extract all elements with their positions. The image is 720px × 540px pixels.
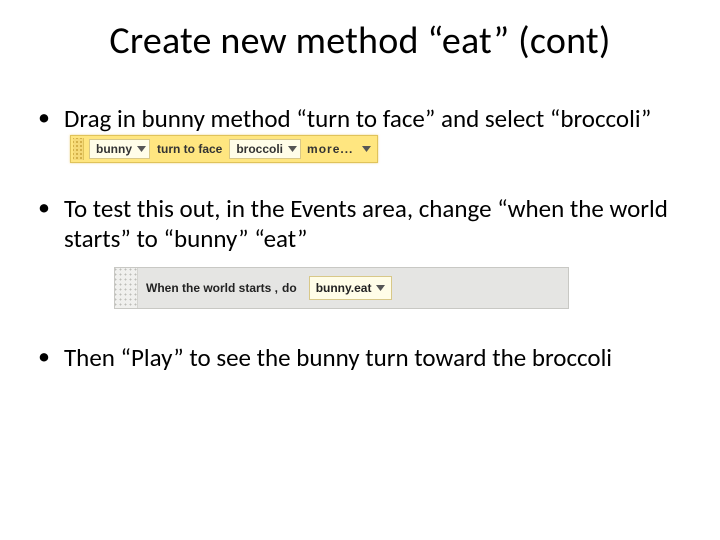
chevron-down-icon — [376, 285, 385, 291]
bullet-3-text: Then “Play” to see the bunny turn toward… — [64, 342, 612, 373]
bullet-3: Then “Play” to see the bunny turn toward… — [38, 343, 692, 373]
object-tile[interactable]: bunny — [89, 139, 150, 159]
event-call-tile[interactable]: bunny.eat — [309, 276, 393, 300]
event-call-label: bunny.eat — [316, 281, 372, 295]
bullet-2: To test this out, in the Events area, ch… — [38, 194, 692, 315]
bullet-2-text: To test this out, in the Events area, ch… — [64, 193, 668, 254]
code-tile-strip[interactable]: bunny turn to face broccoli more... — [70, 135, 378, 163]
slide: Create new method “eat” (cont) Drag in b… — [0, 0, 720, 540]
more-label[interactable]: more... — [303, 138, 357, 160]
drag-handle-icon[interactable] — [73, 138, 84, 160]
event-do-label: do — [282, 281, 297, 295]
target-tile-label: broccoli — [236, 143, 283, 155]
target-tile[interactable]: broccoli — [229, 139, 301, 159]
object-tile-label: bunny — [96, 143, 132, 155]
event-when-label: When the world starts , — [146, 281, 278, 295]
chevron-down-icon — [137, 146, 146, 152]
drag-handle-icon[interactable] — [115, 268, 138, 308]
event-tile-strip[interactable]: When the world starts , do bunny.eat — [114, 267, 569, 309]
bullet-list: Drag in bunny method “turn to face” and … — [38, 104, 692, 372]
bullet-1: Drag in bunny method “turn to face” and … — [38, 104, 692, 166]
bullet-1-text: Drag in bunny method “turn to face” and … — [64, 103, 651, 134]
action-label: turn to face — [153, 139, 226, 159]
page-title: Create new method “eat” (cont) — [28, 18, 692, 64]
chevron-down-icon — [288, 146, 297, 152]
chevron-down-icon — [362, 146, 371, 152]
